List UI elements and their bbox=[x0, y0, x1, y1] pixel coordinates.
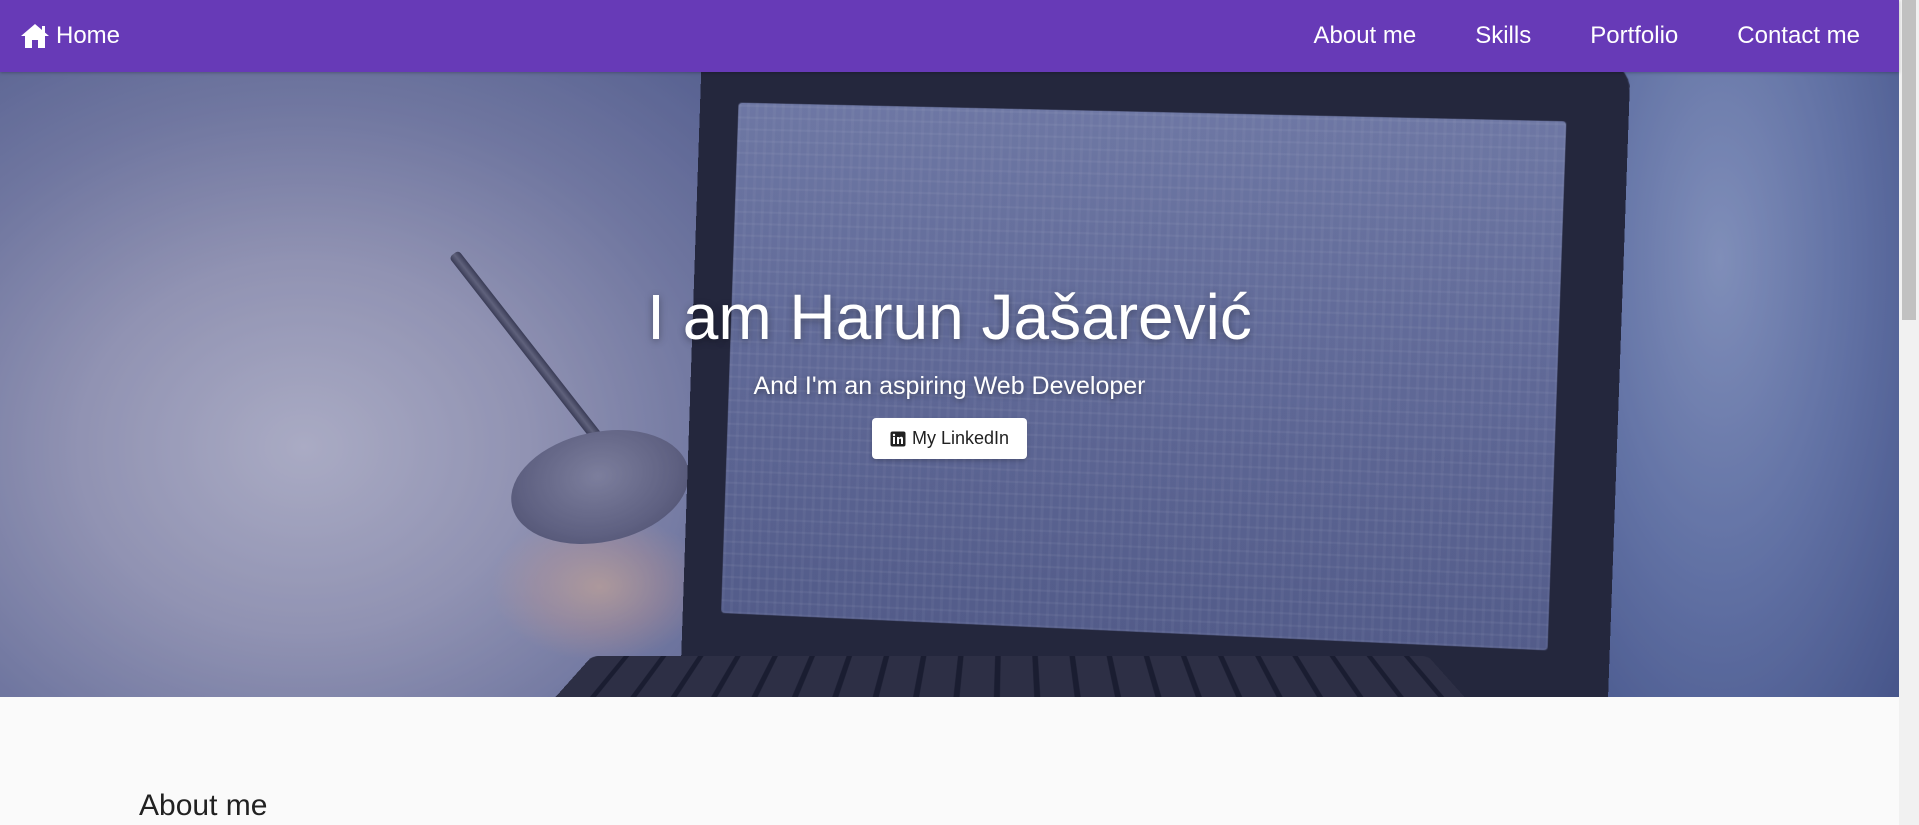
linkedin-icon bbox=[890, 431, 906, 447]
scrollbar-thumb[interactable] bbox=[1902, 0, 1916, 320]
hero-title: I am Harun Jašarević bbox=[647, 281, 1252, 353]
about-section: About me bbox=[0, 697, 1899, 825]
home-link-label: Home bbox=[56, 22, 121, 49]
linkedin-button-label: My LinkedIn bbox=[911, 428, 1010, 449]
linkedin-button[interactable]: My LinkedIn bbox=[871, 418, 1028, 460]
home-link[interactable]: Home bbox=[20, 22, 120, 50]
page: Home About me Skills Portfolio Contact m… bbox=[0, 0, 1919, 825]
nav-links: About me Skills Portfolio Contact me bbox=[1254, 0, 1879, 72]
about-title: About me bbox=[139, 789, 268, 822]
hero-content: I am Harun Jašarević And I'm an aspiring… bbox=[0, 72, 1899, 697]
nav-link-contact-me[interactable]: Contact me bbox=[1737, 22, 1860, 50]
scrollbar[interactable] bbox=[1899, 0, 1919, 825]
nav-link-about-me[interactable]: About me bbox=[1313, 22, 1416, 50]
nav-link-skills[interactable]: Skills bbox=[1475, 22, 1531, 50]
hero-section: I am Harun Jašarević And I'm an aspiring… bbox=[0, 72, 1899, 697]
nav-link-portfolio[interactable]: Portfolio bbox=[1590, 22, 1678, 50]
home-icon bbox=[20, 23, 50, 49]
navbar: Home About me Skills Portfolio Contact m… bbox=[0, 0, 1899, 72]
hero-subtitle: And I'm an aspiring Web Developer bbox=[753, 372, 1146, 401]
